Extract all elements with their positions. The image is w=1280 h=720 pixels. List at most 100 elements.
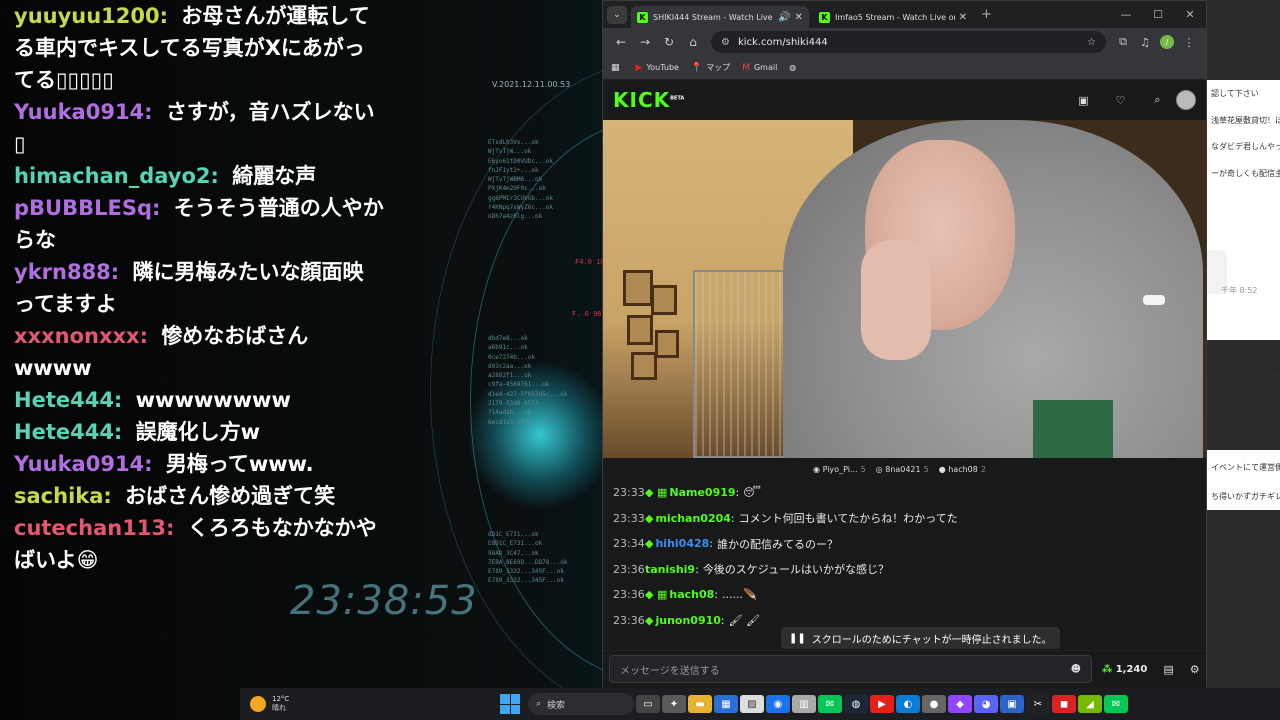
search-icon[interactable]: ⌕ bbox=[1139, 93, 1176, 107]
tts-chat-overlay: yuuyuu1200: お母さんが運転してる車内でキスしてる写真がXにあがってる… bbox=[14, 0, 384, 576]
apps-grid-icon[interactable]: ▦ bbox=[611, 63, 624, 73]
tab-search-button[interactable]: ⌄ bbox=[607, 5, 627, 24]
close-tab-icon[interactable]: ✕ bbox=[959, 12, 967, 23]
chat-username[interactable]: hach08 bbox=[669, 588, 714, 601]
overlay-hex-line: E8D1C_E731...ok bbox=[488, 540, 543, 548]
app-red-icon[interactable]: ◼ bbox=[1052, 695, 1076, 713]
app-icon[interactable]: ▣ bbox=[1000, 695, 1024, 713]
taskview-icon[interactable]: ▭ bbox=[636, 695, 660, 713]
media-control-icon[interactable]: ♫ bbox=[1134, 36, 1156, 49]
top-chatter-name: hach08 bbox=[948, 464, 978, 474]
chat-username[interactable]: hihi0428 bbox=[655, 537, 709, 550]
chat-username[interactable]: michan0204 bbox=[655, 512, 730, 525]
reload-icon[interactable]: ↻ bbox=[657, 35, 681, 49]
chat-settings-icon[interactable]: ⚙ bbox=[1190, 663, 1200, 676]
follow-heart-icon[interactable]: ♡ bbox=[1102, 94, 1139, 107]
github-icon[interactable]: ● bbox=[922, 695, 946, 713]
chat-username[interactable]: Name0919 bbox=[669, 486, 735, 499]
start-windows-icon[interactable] bbox=[500, 694, 520, 714]
chat-time: 23:36 bbox=[613, 613, 645, 627]
bookmark-label: Gmail bbox=[753, 63, 778, 72]
top-chatter[interactable]: ◉ Piyo_Pi... 5 bbox=[813, 465, 876, 474]
tts-separator bbox=[168, 4, 175, 28]
chat-text: 誰かの配信みてるのー？ bbox=[717, 537, 839, 551]
tts-text: 男梅ってwww. bbox=[165, 452, 314, 476]
menu-kebab-icon[interactable]: ⋮ bbox=[1178, 36, 1200, 49]
globe-icon[interactable]: ◍ bbox=[789, 63, 796, 72]
bookmark-star-icon[interactable]: ☆ bbox=[1087, 37, 1096, 48]
youtube-icon[interactable]: ▶ bbox=[870, 695, 894, 713]
nvidia-icon[interactable]: ◢ bbox=[1078, 695, 1102, 713]
chat-time: 23:33 bbox=[613, 511, 645, 525]
tab-title: SHIKI444 Stream - Watch Live bbox=[653, 12, 773, 22]
chat-message: 23:33 ◆ ▦ Name0919: 😴 bbox=[613, 480, 1196, 506]
site-info-icon[interactable]: ⚙ bbox=[721, 37, 730, 48]
bookmark-2[interactable]: M Gmail bbox=[742, 63, 777, 73]
chat-paused-banner[interactable]: ❚❚ スクロールのためにチャットが一時停止されました。 bbox=[781, 627, 1060, 649]
back-icon[interactable]: ← bbox=[609, 35, 633, 49]
edge-icon[interactable]: ◐ bbox=[896, 695, 920, 713]
capcut-icon[interactable]: ✂ bbox=[1026, 695, 1050, 713]
emote-picker-icon[interactable]: ☻ bbox=[1071, 664, 1081, 675]
explorer-icon[interactable]: ▬ bbox=[688, 695, 712, 713]
maximize-icon[interactable]: ☐ bbox=[1142, 8, 1174, 21]
store-icon[interactable]: ▦ bbox=[714, 695, 738, 713]
forward-icon[interactable]: → bbox=[633, 35, 657, 49]
extensions-icon[interactable]: ⧉ bbox=[1112, 35, 1134, 49]
tts-message: Hete444: 誤魔化し方w bbox=[14, 416, 384, 448]
tts-separator bbox=[219, 164, 226, 188]
bookmark-1[interactable]: 📍 マップ bbox=[691, 62, 730, 73]
url-text: kick.com/shiki444 bbox=[737, 36, 828, 48]
chat-rules-icon[interactable]: ▤ bbox=[1163, 663, 1173, 676]
overlay-hex-line: gg6PMIr3CUVGb...ok bbox=[488, 194, 554, 202]
copilot-icon[interactable]: ✦ bbox=[662, 695, 686, 713]
stream-video[interactable] bbox=[603, 120, 1206, 458]
channel-points[interactable]: ⁂ 1,240 bbox=[1102, 664, 1147, 675]
twitch-icon[interactable]: ◆ bbox=[948, 695, 972, 713]
tts-separator bbox=[148, 324, 155, 348]
calculator-icon[interactable]: ▥ bbox=[792, 695, 816, 713]
chat-text: ......🪶 bbox=[722, 588, 757, 602]
overlay-hex-column-a: ETsdL03Vx...ok WjTvTjW...ok E6yo61tD0VUDc.… bbox=[488, 138, 568, 222]
user-avatar[interactable] bbox=[1176, 90, 1196, 110]
weather-widget[interactable]: 12°C 晴れ bbox=[250, 695, 330, 713]
top-chatter-count: 2 bbox=[980, 464, 986, 474]
profile-avatar[interactable]: / bbox=[1160, 35, 1174, 49]
video-light bbox=[1143, 295, 1165, 305]
steam-icon[interactable]: ◍ bbox=[844, 695, 868, 713]
tts-username: Hete444: bbox=[14, 420, 123, 444]
chat-username[interactable]: junon0910 bbox=[655, 614, 720, 627]
discord-icon[interactable]: ◕ bbox=[974, 695, 998, 713]
address-bar[interactable]: ⚙ kick.com/shiki444 ☆ bbox=[711, 31, 1106, 53]
line-active-icon[interactable]: ✉ bbox=[1104, 695, 1128, 713]
chat-text: 😴 bbox=[743, 486, 761, 500]
chat-username[interactable]: tanishi9 bbox=[645, 563, 695, 576]
chat-input[interactable]: メッセージを送信する ☻ bbox=[609, 655, 1092, 683]
tab-imfao5[interactable]: K Imfao5 Stream - Watch Live on ✕ bbox=[813, 6, 973, 28]
chat-list[interactable]: 23:33 ◆ ▦ Name0919: 😴 23:33 ◆ michan0204: コメン… bbox=[603, 480, 1206, 650]
overlay-hex-line: 98AD_3C47...ok bbox=[488, 549, 539, 557]
video-hand bbox=[861, 240, 931, 360]
line-icon[interactable]: ✉ bbox=[818, 695, 842, 713]
chrome-icon[interactable]: ◉ bbox=[766, 695, 790, 713]
close-tab-icon[interactable]: ✕ bbox=[795, 12, 803, 23]
home-icon[interactable]: ⌂ bbox=[681, 35, 705, 49]
close-window-icon[interactable]: ✕ bbox=[1174, 8, 1206, 21]
tts-username: sachika: bbox=[14, 484, 112, 508]
browse-icon[interactable]: ▣ bbox=[1065, 94, 1102, 107]
browser-window: ⌄ K SHIKI444 Stream - Watch Live 🔊 ✕ K I… bbox=[602, 0, 1207, 690]
minimize-icon[interactable]: — bbox=[1110, 8, 1142, 21]
speaker-icon[interactable]: 🔊 bbox=[778, 12, 790, 23]
taskbar-search[interactable]: ⌕ 検索 bbox=[528, 693, 634, 715]
bookmark-0[interactable]: ▶ YouTube bbox=[636, 63, 679, 73]
tab-title: Imfao5 Stream - Watch Live on bbox=[835, 12, 955, 22]
overlay-hex-line: nDh7a4z6lg...ok bbox=[488, 213, 543, 221]
chat-badge-icon: ◆ bbox=[645, 537, 654, 551]
new-tab-icon[interactable]: + bbox=[981, 7, 992, 22]
kick-logo[interactable]: KICKBETA bbox=[613, 88, 684, 112]
top-chatter[interactable]: ● hach08 2 bbox=[939, 465, 996, 474]
tab-shiki444[interactable]: K SHIKI444 Stream - Watch Live 🔊 ✕ bbox=[631, 6, 809, 28]
photos-icon[interactable]: ▨ bbox=[740, 695, 764, 713]
tts-message: Yuuka0914: 男梅ってwww. bbox=[14, 448, 384, 480]
top-chatter[interactable]: ◎ 8na0421 5 bbox=[876, 465, 939, 474]
